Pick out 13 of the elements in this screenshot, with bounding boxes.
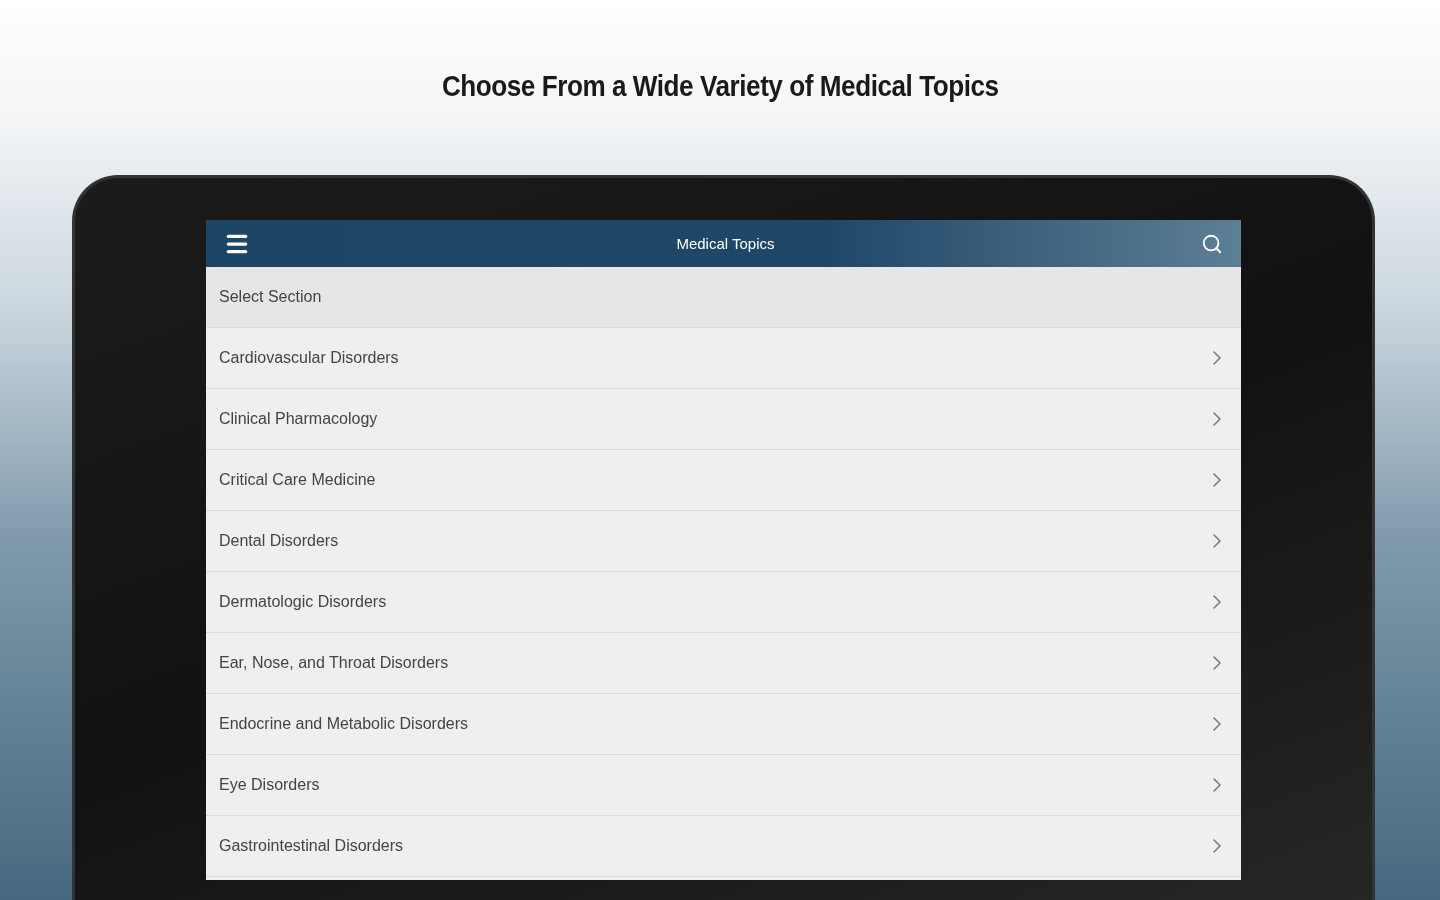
section-header: Select Section: [206, 267, 1241, 328]
topic-label: Endocrine and Metabolic Disorders: [219, 715, 468, 733]
app-title: Medical Topics: [676, 235, 775, 252]
headline: Choose From a Wide Variety of Medical Topics: [441, 70, 999, 104]
topic-label: Dental Disorders: [219, 532, 339, 550]
topic-label: Critical Care Medicine: [219, 471, 376, 489]
topic-label: Gastrointestinal Disorders: [219, 837, 404, 855]
topic-label: Eye Disorders: [219, 776, 320, 794]
search-icon[interactable]: [1201, 232, 1223, 255]
topic-label: Ear, Nose, and Throat Disorders: [219, 654, 449, 672]
topic-label: Clinical Pharmacology: [219, 410, 378, 428]
topic-label: Cardiovascular Disorders: [219, 349, 399, 367]
topic-label: Dermatologic Disorders: [219, 593, 387, 611]
